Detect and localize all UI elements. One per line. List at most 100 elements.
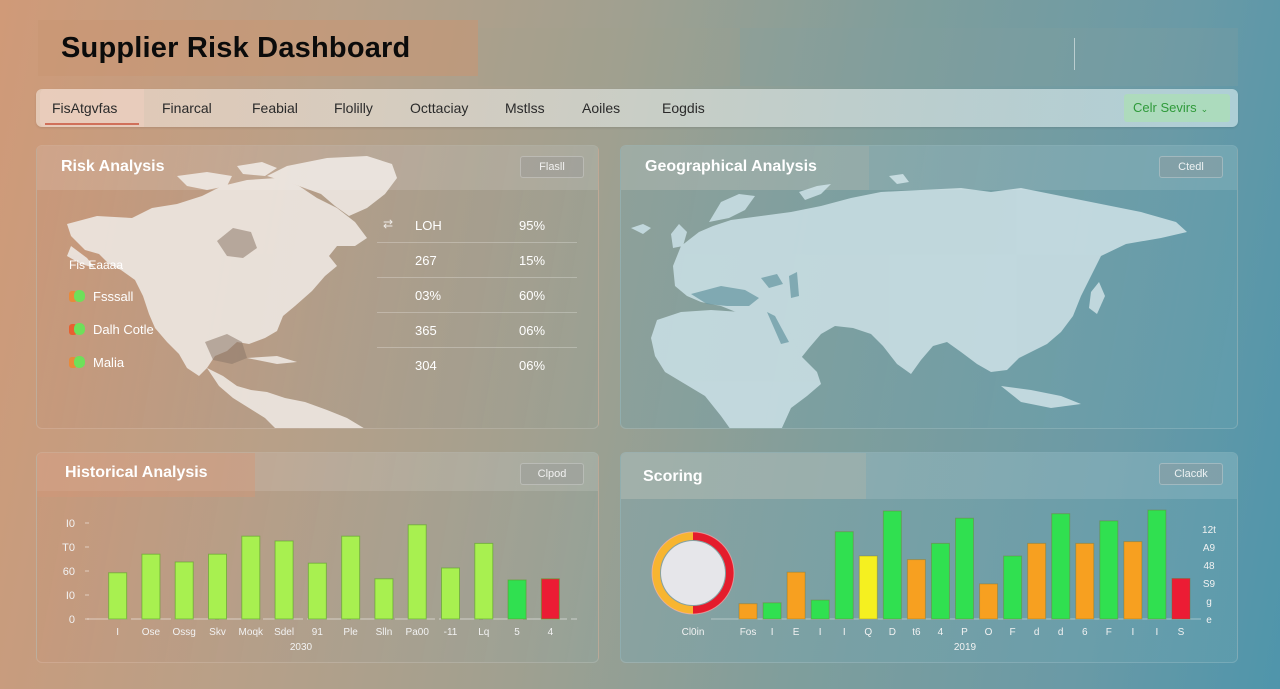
bar	[1147, 509, 1167, 620]
legend-item: Malia	[69, 356, 154, 389]
table-cell: 60%	[519, 288, 546, 303]
header-divider	[1074, 38, 1075, 70]
bar	[810, 599, 830, 620]
filter-label: Celr Sevirs	[1133, 100, 1197, 115]
bar	[374, 578, 394, 620]
legend-item: Dalh Cotle	[69, 323, 154, 356]
table-row: ⇄ LOH 95%	[377, 208, 577, 243]
bar	[762, 602, 782, 620]
table-row: 304 06%	[377, 348, 577, 383]
x-tick-label: Pa00	[406, 627, 430, 638]
tab-1[interactable]: Finarcal	[156, 89, 218, 127]
scoring-panel: Scoring Clacdk Cl0in e g S9 48 A9 12t Fos I E I I Q D…	[620, 452, 1238, 663]
y-tick-label: 12t	[1202, 525, 1216, 536]
bar	[930, 542, 950, 620]
y-tick-label: 0	[69, 614, 75, 626]
bar	[307, 562, 327, 620]
legend-dot-green-icon	[74, 323, 85, 335]
bar	[1051, 513, 1071, 620]
tab-2[interactable]: Feabial	[246, 89, 304, 127]
x-tick-label: D	[889, 627, 896, 638]
legend-item: Fsssall	[69, 290, 154, 323]
tab-6[interactable]: Aoiles	[576, 89, 626, 127]
x-tick-label: I	[819, 627, 822, 638]
geo-panel-title: Geographical Analysis	[645, 158, 817, 175]
x-tick-label: Moqk	[239, 627, 264, 638]
chevron-down-icon: ⌄	[1200, 104, 1209, 114]
x-tick-label: I	[116, 627, 119, 638]
y-tick-label: S9	[1203, 579, 1216, 590]
legend-label: Malia	[93, 355, 125, 370]
bar	[241, 535, 261, 620]
tab-7[interactable]: Eogdis	[656, 89, 711, 127]
risk-panel-button[interactable]: Flasll	[520, 156, 584, 178]
bar	[979, 583, 999, 620]
x-tick-label: Lq	[478, 627, 489, 638]
x-tick-label: P	[961, 627, 968, 638]
x-tick-label: Q	[864, 627, 872, 638]
bar	[507, 579, 527, 620]
bar	[174, 561, 194, 620]
y-tick-label: I0	[66, 590, 75, 602]
x-axis-label: 2019	[954, 642, 977, 653]
table-row: 03% 60%	[377, 278, 577, 313]
table-cell: 03%	[415, 288, 442, 303]
tab-5[interactable]: Mstlss	[499, 89, 551, 127]
x-tick-label: 4	[938, 627, 944, 638]
x-tick-label: Slln	[376, 627, 393, 638]
bar	[274, 540, 294, 620]
donut-center	[661, 541, 725, 605]
risk-analysis-panel: Risk Analysis Flasll Fis Eaaaa Fsssall D…	[36, 145, 599, 429]
historical-bar-chart: 0 I0 60 T0 I0 I Ose Ossg Skv Moqk Sdel 91 Ple Slln Pa0…	[62, 518, 577, 653]
x-tick-label: t6	[912, 627, 921, 638]
table-cell: 15%	[519, 253, 546, 268]
x-tick-label: F	[1010, 627, 1016, 638]
y-tick-label: 48	[1203, 561, 1215, 572]
y-tick-label: g	[1206, 597, 1212, 608]
table-row: 267 15%	[377, 243, 577, 278]
filter-dropdown[interactable]: Celr Sevirs ⌄	[1124, 94, 1230, 122]
x-axis-label: 2030	[290, 642, 313, 653]
x-tick-label: I	[1156, 627, 1159, 638]
y-tick-label: 60	[63, 566, 75, 578]
x-tick-label: 91	[312, 627, 324, 638]
bar	[1075, 542, 1095, 620]
bar	[738, 603, 758, 620]
table-cell: 304	[415, 358, 437, 373]
legend-dot-green-icon	[74, 290, 85, 302]
header-fade	[478, 28, 740, 86]
scoring-bar-chart: Cl0in eg S9 48 A9 12t Fos I E I I Q Dt6 4 P O Fd d 6 F I I S 20…	[651, 509, 1216, 653]
risk-panel-title: Risk Analysis	[61, 158, 165, 175]
x-tick-label: I	[771, 627, 774, 638]
x-tick-label: F	[1106, 627, 1112, 638]
x-tick-label: S	[1178, 627, 1185, 638]
x-tick-label: Sdel	[274, 627, 294, 638]
tab-4[interactable]: Octtaciay	[404, 89, 474, 127]
bar	[341, 535, 361, 620]
y-tick-label: I0	[66, 518, 75, 530]
x-tick-label: Skv	[209, 627, 226, 638]
bar	[208, 553, 227, 620]
historical-analysis-panel: Historical Analysis Clpod 0 I0 60 T0 I0 I Ose O…	[36, 452, 599, 663]
tab-3[interactable]: Flolilly	[328, 89, 379, 127]
donut-label: Cl0in	[682, 627, 705, 638]
x-tick-label: Ose	[142, 627, 161, 638]
bar	[906, 559, 926, 620]
title-banner: Supplier Risk Dashboard	[38, 20, 478, 76]
bar	[474, 542, 494, 620]
legend-title: Fis Eaaaa	[69, 258, 124, 272]
bar	[834, 531, 854, 620]
bar	[441, 567, 460, 620]
header-toolbar-area	[740, 28, 1238, 86]
x-tick-label: 5	[514, 627, 520, 638]
risk-legend: Fis Eaaaa Fsssall Dalh Cotle Malia	[69, 258, 154, 389]
page-title: Supplier Risk Dashboard	[61, 32, 411, 64]
table-cell: 95%	[519, 218, 546, 233]
tab-0[interactable]: FisAtgvfas	[40, 89, 144, 127]
bar	[786, 571, 806, 620]
geo-panel-button[interactable]: Ctedl	[1159, 156, 1223, 178]
bar	[882, 510, 902, 620]
x-tick-label: Ossg	[173, 627, 196, 638]
bar	[1027, 542, 1047, 620]
legend-dot-green-icon	[74, 356, 85, 368]
